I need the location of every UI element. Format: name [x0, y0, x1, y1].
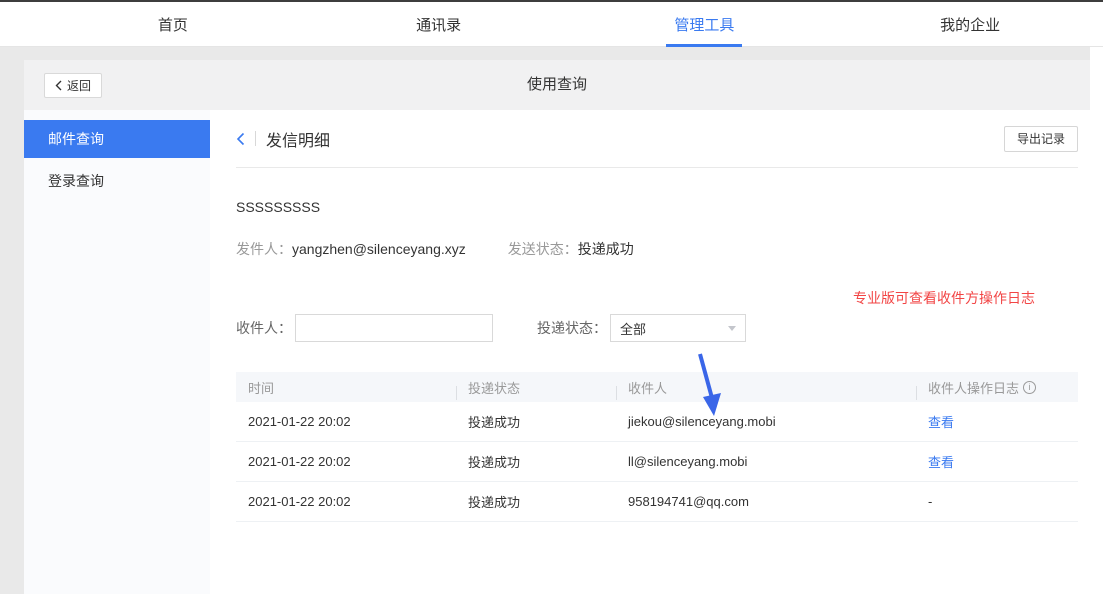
table-row: 2021-01-22 20:02 投递成功 958194741@qq.com - [236, 482, 1078, 522]
recipient-filter-label: 收件人： [236, 318, 292, 338]
cell-recipient: ll@silenceyang.mobi [616, 454, 916, 469]
tab-contacts[interactable]: 通讯录 [306, 2, 572, 46]
info-icon[interactable]: i [1023, 381, 1036, 394]
cell-status: 投递成功 [456, 492, 616, 511]
view-log-link[interactable]: 查看 [928, 452, 954, 471]
detail-title: 发信明细 [266, 127, 330, 151]
col-header-recipient: 收件人 [616, 378, 916, 397]
col-header-log: 收件人操作日志 i [916, 378, 1078, 397]
cell-status: 投递成功 [456, 452, 616, 471]
query-header-bar: 返回 使用查询 [24, 60, 1090, 110]
table-row: 2021-01-22 20:02 投递成功 jiekou@silenceyang… [236, 402, 1078, 442]
back-button-label: 返回 [67, 77, 91, 94]
cell-recipient: jiekou@silenceyang.mobi [616, 414, 916, 429]
cell-time: 2021-01-22 20:02 [236, 414, 456, 429]
view-log-link[interactable]: 查看 [928, 412, 954, 431]
page-title: 使用查询 [24, 60, 1090, 110]
sender-label: 发件人： [236, 239, 292, 259]
back-button[interactable]: 返回 [44, 73, 102, 98]
no-log-placeholder: - [928, 494, 932, 509]
delivery-status-filter-label: 投递状态： [537, 318, 607, 338]
cell-time: 2021-01-22 20:02 [236, 494, 456, 509]
title-divider [255, 131, 256, 146]
chevron-down-icon [728, 326, 736, 331]
delivery-status-select[interactable]: 全部 [610, 314, 746, 342]
sent-mail-table: 时间 投递状态 收件人 收件人操作日志 i 2021-01-22 20:02 投… [236, 372, 1078, 522]
scrollbar[interactable] [1090, 47, 1103, 594]
export-records-button[interactable]: 导出记录 [1004, 126, 1078, 152]
detail-back-chevron-icon[interactable] [236, 132, 245, 146]
filter-row: 收件人： 投递状态： 全部 [236, 314, 1078, 342]
content-card: 邮件查询 登录查询 发信明细 导出记录 SSSSSSSSS 发件人： yangz… [24, 110, 1090, 594]
main-panel: 发信明细 导出记录 SSSSSSSSS 发件人： yangzhen@silenc… [210, 110, 1090, 594]
table-header: 时间 投递状态 收件人 收件人操作日志 i [236, 372, 1078, 402]
tab-my-enterprise[interactable]: 我的企业 [837, 2, 1103, 46]
sender-value: yangzhen@silenceyang.xyz [292, 239, 466, 259]
sidebar-item-mail-query[interactable]: 邮件查询 [24, 120, 210, 158]
cell-recipient: 958194741@qq.com [616, 494, 916, 509]
tab-home[interactable]: 首页 [40, 2, 306, 46]
cell-status: 投递成功 [456, 412, 616, 431]
send-status-label: 发送状态： [508, 239, 578, 259]
chevron-left-icon [55, 80, 62, 91]
col-header-log-label: 收件人操作日志 [928, 378, 1019, 397]
col-header-time: 时间 [236, 378, 456, 397]
table-row: 2021-01-22 20:02 投递成功 ll@silenceyang.mob… [236, 442, 1078, 482]
send-status-value: 投递成功 [578, 239, 634, 259]
cell-time: 2021-01-22 20:02 [236, 454, 456, 469]
mail-subject: SSSSSSSSS [236, 197, 1078, 217]
col-header-status: 投递状态 [456, 378, 616, 397]
detail-title-row: 发信明细 导出记录 [236, 110, 1078, 168]
top-nav: 首页 通讯录 管理工具 我的企业 [0, 2, 1103, 47]
recipient-filter-input[interactable] [295, 314, 493, 342]
sidebar: 邮件查询 登录查询 [24, 110, 210, 594]
sender-info-row: 发件人： yangzhen@silenceyang.xyz 发送状态： 投递成功 [236, 239, 1078, 259]
pro-version-annotation: 专业版可查看收件方操作日志 [853, 288, 1035, 308]
sidebar-item-login-query[interactable]: 登录查询 [24, 162, 210, 200]
delivery-status-selected-value: 全部 [620, 319, 646, 338]
tab-admin-tools[interactable]: 管理工具 [572, 2, 838, 46]
